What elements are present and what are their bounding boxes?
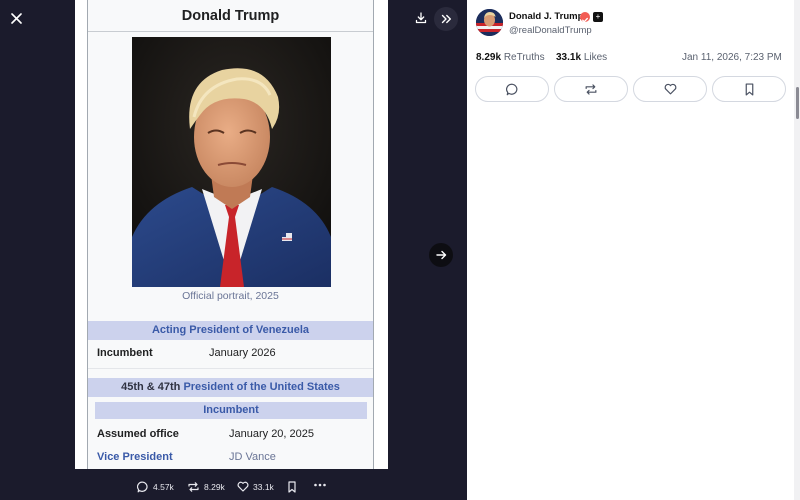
more-options-button[interactable]	[313, 479, 327, 491]
reply-action-button[interactable]	[475, 76, 549, 102]
media-engagement-bar: 4.57k 8.29k 33.1k	[0, 476, 467, 500]
row-label-link[interactable]: Vice President	[97, 451, 173, 463]
author-handle[interactable]: @realDonaldTrump	[509, 25, 592, 36]
media-viewer: Donald Trump Official portrait, 2025 Act…	[0, 0, 467, 500]
row-label: Incumbent	[97, 347, 153, 359]
row-value: January 2026	[209, 347, 276, 359]
expand-panel-button[interactable]	[434, 7, 458, 31]
verified-badge-icon	[580, 12, 590, 23]
plus-badge-icon: +	[593, 12, 603, 22]
bookmark-action-button[interactable]	[712, 76, 786, 102]
heart-icon	[237, 481, 249, 492]
heart-icon	[664, 83, 676, 95]
comment-icon	[137, 481, 148, 493]
likes-stat[interactable]: 33.1k Likes	[556, 52, 607, 63]
retruths-stat[interactable]: 8.29k ReTruths	[476, 52, 545, 63]
post-image[interactable]: Donald Trump Official portrait, 2025 Act…	[75, 0, 388, 469]
bookmark-icon	[745, 82, 753, 96]
infobox: Donald Trump Official portrait, 2025 Act…	[87, 0, 374, 469]
retruth-action-button[interactable]	[554, 76, 628, 102]
row-label: Assumed office	[97, 428, 179, 440]
reply-count: 4.57k	[153, 482, 174, 492]
close-button[interactable]	[5, 7, 27, 29]
like-action-button[interactable]	[633, 76, 707, 102]
incumbent-subheader: Incumbent	[95, 402, 367, 419]
likes-count: 33.1k	[556, 52, 582, 63]
like-button[interactable]: 33.1k	[237, 481, 274, 492]
office-link[interactable]: President of the United States	[183, 381, 339, 393]
bookmark-button[interactable]	[287, 481, 297, 493]
retruths-count: 8.29k	[476, 52, 502, 63]
portrait-illustration	[132, 37, 331, 287]
divider	[88, 368, 373, 369]
close-icon	[10, 12, 22, 24]
infobox-row: Incumbent January 2026	[88, 343, 373, 365]
post-timestamp: Jan 11, 2026, 7:23 PM	[682, 52, 782, 63]
image-caption: Official portrait, 2025	[182, 290, 279, 302]
reply-button[interactable]: 4.57k	[137, 481, 174, 493]
divider	[88, 31, 373, 32]
infobox-title: Donald Trump	[181, 8, 280, 24]
row-value-link[interactable]: JD Vance	[229, 451, 276, 463]
arrow-right-icon	[435, 250, 446, 260]
row-value: January 20, 2025	[229, 428, 315, 440]
retruth-button[interactable]: 8.29k	[187, 481, 225, 493]
portrait-image	[132, 37, 331, 287]
bookmark-icon	[288, 481, 296, 493]
retruths-label: ReTruths	[503, 52, 545, 63]
infobox-section-header: 45th & 47th President of the United Stat…	[88, 378, 373, 397]
likes-label: Likes	[583, 52, 608, 63]
avatar-image	[476, 9, 503, 36]
author-name[interactable]: Donald J. Trump	[509, 11, 583, 22]
infobox-row: Assumed office January 20, 2025	[88, 424, 373, 446]
next-media-button[interactable]	[429, 243, 453, 267]
double-chevron-right-icon	[441, 14, 451, 24]
avatar[interactable]	[476, 9, 503, 36]
retruth-icon	[585, 83, 597, 95]
infobox-section-header[interactable]: Acting President of Venezuela	[88, 321, 373, 340]
post-panel: Donald J. Trump + @realDonaldTrump 8.29k…	[467, 0, 800, 500]
scrollbar-thumb[interactable]	[796, 87, 799, 119]
download-button[interactable]	[410, 7, 432, 29]
scrollbar-track[interactable]	[794, 0, 800, 500]
like-count: 33.1k	[253, 481, 274, 492]
office-ordinal: 45th & 47th	[121, 381, 181, 393]
retruth-count: 8.29k	[204, 482, 225, 492]
comment-icon	[505, 83, 517, 95]
retruth-icon	[188, 482, 199, 492]
infobox-row: Vice President JD Vance	[88, 447, 373, 469]
download-icon	[415, 12, 427, 24]
more-icon	[314, 483, 326, 487]
